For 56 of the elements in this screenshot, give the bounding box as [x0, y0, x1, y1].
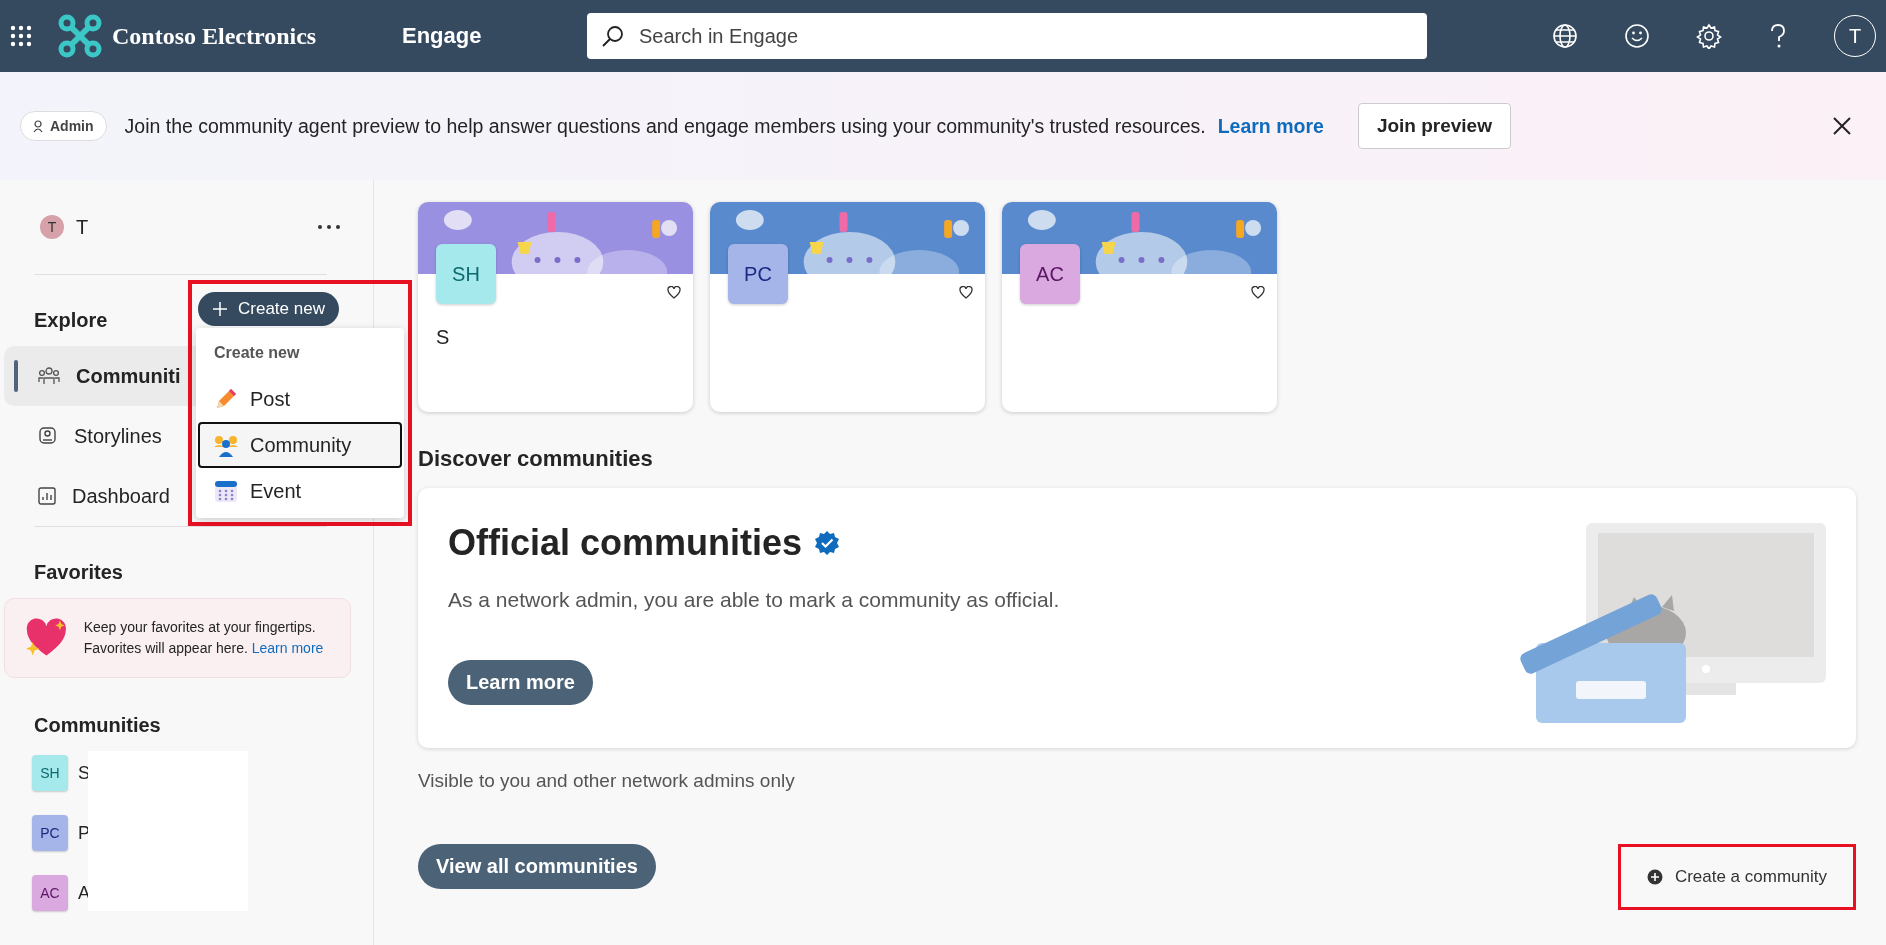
join-preview-button[interactable]: Join preview — [1357, 103, 1511, 149]
community-avatar[interactable]: PC — [32, 815, 68, 851]
section-heading: Favorites — [33, 560, 123, 585]
card-description: As a network admin, you are able to mark a community as official. — [448, 588, 1060, 612]
community-title: S — [436, 326, 450, 349]
user-avatar[interactable]: T — [40, 215, 64, 239]
globe-icon[interactable] — [1552, 23, 1578, 49]
learn-more-link[interactable]: Learn more — [251, 640, 324, 656]
menu-item[interactable]: Community — [198, 422, 402, 468]
create-new-button[interactable]: Create new — [198, 292, 339, 326]
banner-message: Join the community agent preview to help answer questions and engage members using your community's trusted resources. — [124, 114, 1206, 138]
heart-icon — [25, 618, 68, 658]
more-options-icon[interactable] — [317, 224, 341, 230]
favorite-icon[interactable] — [959, 286, 973, 299]
user-name: T — [76, 215, 89, 239]
logo-icon — [58, 14, 102, 58]
people-icon — [214, 433, 238, 457]
help-icon[interactable] — [1768, 23, 1788, 49]
people-icon — [38, 366, 60, 386]
add-icon — [1646, 869, 1663, 885]
close-icon[interactable] — [1832, 116, 1852, 136]
card-title: Official communities — [448, 522, 803, 564]
storyline-icon — [38, 426, 58, 446]
pencil-icon — [214, 387, 238, 411]
community-card[interactable]: PC — [710, 202, 985, 412]
favorites-message: Keep your favorites at your fingertips. Favorites will appear here. Learn more — [83, 618, 325, 658]
plus-icon — [212, 301, 228, 317]
favorite-icon[interactable] — [667, 286, 681, 299]
section-heading: Communities — [33, 713, 161, 738]
learn-more-link[interactable]: Learn more — [1217, 114, 1324, 138]
favorite-icon[interactable] — [1251, 286, 1265, 299]
view-all-communities-button[interactable]: View all communities — [418, 844, 656, 889]
settings-icon[interactable] — [1696, 23, 1722, 49]
menu-title: Create new — [213, 343, 301, 363]
community-avatar: AC — [1020, 244, 1080, 304]
app-launcher-icon[interactable] — [10, 25, 32, 47]
chart-icon — [38, 487, 56, 505]
menu-item[interactable]: Event — [198, 468, 402, 514]
calendar-icon — [214, 479, 238, 503]
learn-more-button[interactable]: Learn more — [448, 660, 593, 705]
search-field[interactable]: Search in Engage — [587, 13, 1427, 59]
section-heading: Discover communities — [418, 446, 654, 472]
community-avatar[interactable]: SH — [32, 755, 68, 791]
badge-label: Admin — [50, 118, 94, 134]
community-card[interactable]: SH S — [418, 202, 693, 412]
community-card[interactable]: AC — [1002, 202, 1277, 412]
community-avatar: PC — [728, 244, 788, 304]
person-icon — [33, 119, 45, 133]
visibility-note: Visible to you and other network admins only — [418, 770, 796, 792]
section-heading: Explore — [33, 308, 108, 333]
brand-name: Contoso Electronics — [112, 22, 318, 50]
search-icon — [601, 24, 625, 48]
community-avatar[interactable]: AC — [32, 875, 68, 911]
app-name[interactable]: Engage — [402, 23, 587, 49]
community-avatar: SH — [436, 244, 496, 304]
smiley-icon[interactable] — [1624, 23, 1650, 49]
